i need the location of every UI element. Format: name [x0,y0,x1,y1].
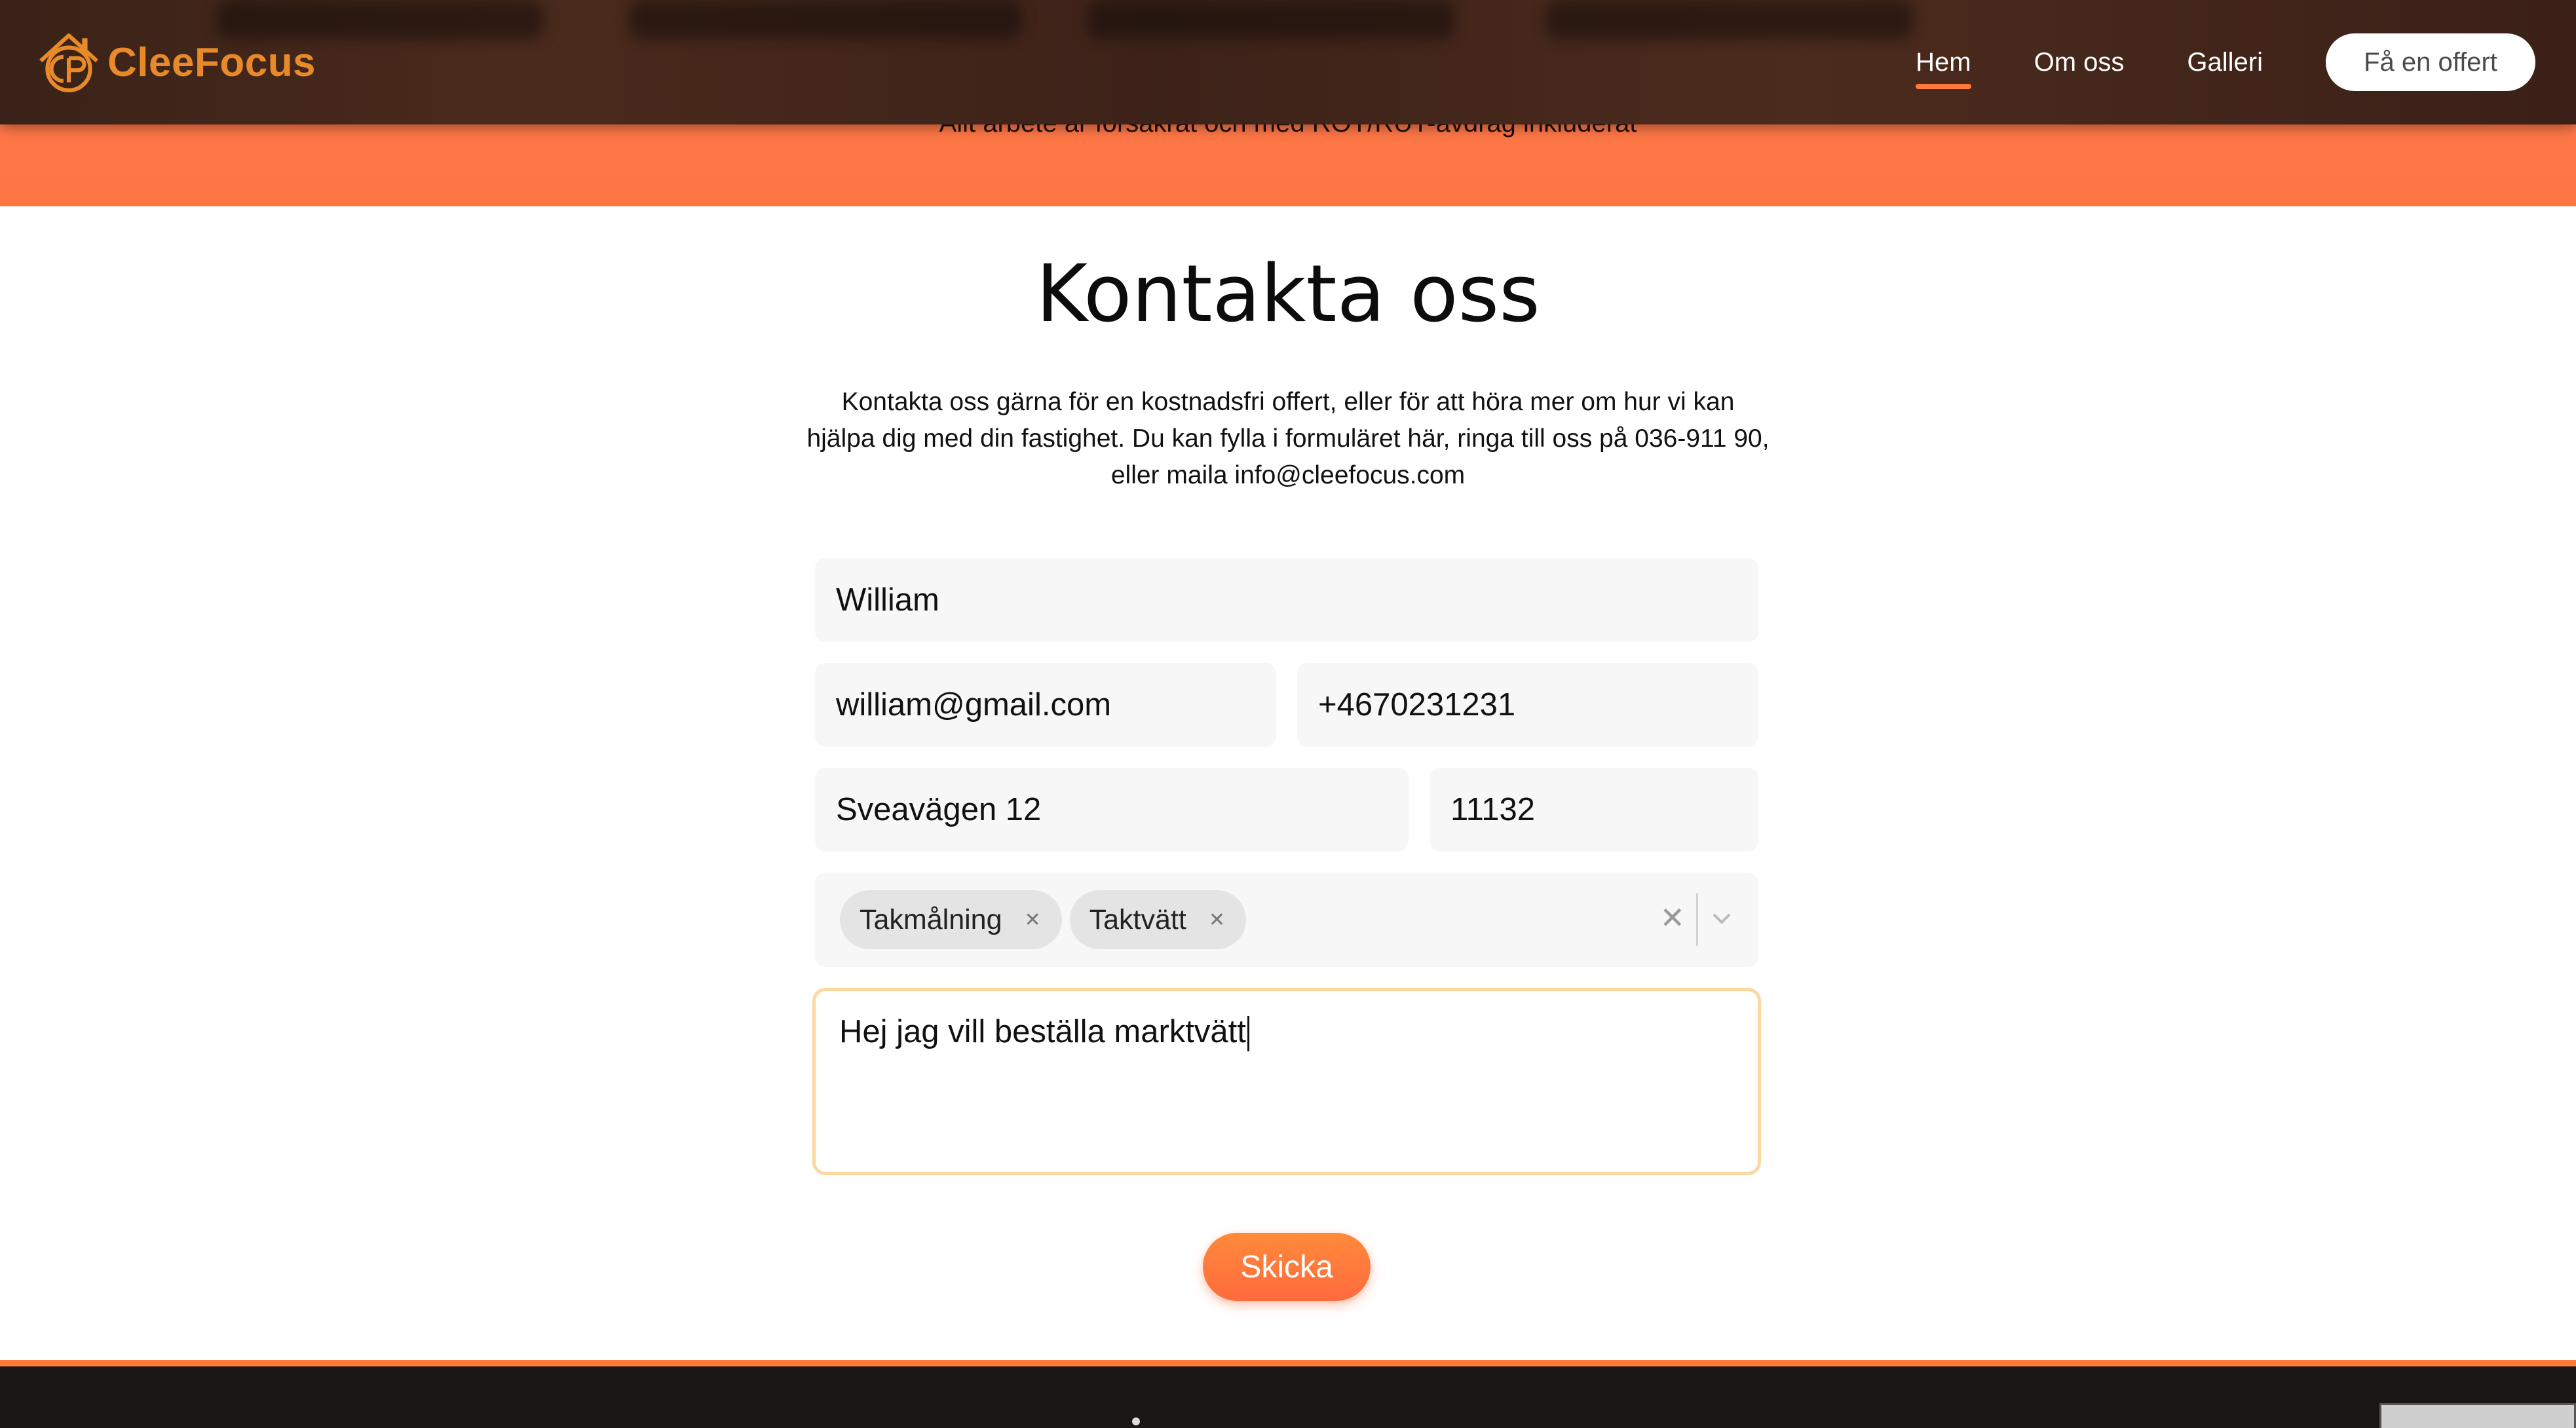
header-background-blur [1088,0,1454,39]
name-field[interactable]: William [815,558,1758,642]
multiselect-separator [1696,893,1698,946]
remove-chip-icon[interactable]: ✕ [1209,909,1225,931]
house-logo-icon [39,33,98,92]
contact-intro: Kontakta oss gärna för en kostnadsfri of… [806,388,1770,489]
submit-button[interactable]: Skicka [1203,1233,1371,1301]
email-field[interactable]: william@gmail.com [815,663,1276,747]
service-chip: Takmålning ✕ [840,890,1062,949]
site-footer [0,1360,2576,1428]
service-chip-label: Takmålning [860,903,1002,935]
text-cursor [1247,1016,1249,1052]
message-textarea[interactable]: Hej jag vill beställa marktvätt [812,988,1761,1175]
street-address-field[interactable]: Sveavägen 12 [815,768,1409,852]
main-nav: Hem Om oss Galleri Få en offert [1916,0,2576,124]
service-chip: Taktvätt ✕ [1069,890,1246,949]
page-title: Kontakta oss [1036,249,1540,340]
site-logo[interactable]: CleeFocus [35,26,316,98]
message-text: Hej jag vill beställa marktvätt [839,1014,1246,1049]
nav-item-hem[interactable]: Hem [1916,48,1972,89]
phone-field[interactable]: +4670231231 [1297,663,1758,747]
postal-code-field[interactable]: 11132 [1430,768,1758,852]
get-offer-button[interactable]: Få en offert [2326,33,2535,91]
clear-all-icon[interactable]: ✕ [1659,900,1685,935]
remove-chip-icon[interactable]: ✕ [1025,909,1041,931]
brand-name: CleeFocus [107,39,316,85]
footer-dot [1132,1418,1140,1425]
services-multiselect[interactable]: Takmålning ✕ Taktvätt ✕ ✕ [815,873,1758,967]
site-header: CleeFocus Hem Om oss Galleri Få en offer… [0,0,2576,124]
nav-item-galleri[interactable]: Galleri [2187,48,2263,77]
nav-item-om-oss[interactable]: Om oss [2034,48,2125,77]
header-background-blur [629,0,1022,39]
header-background-blur [1546,0,1913,39]
chevron-down-icon[interactable] [1709,905,1735,931]
preview-thumbnail[interactable] [2379,1403,2576,1428]
service-chip-label: Taktvätt [1089,903,1186,935]
